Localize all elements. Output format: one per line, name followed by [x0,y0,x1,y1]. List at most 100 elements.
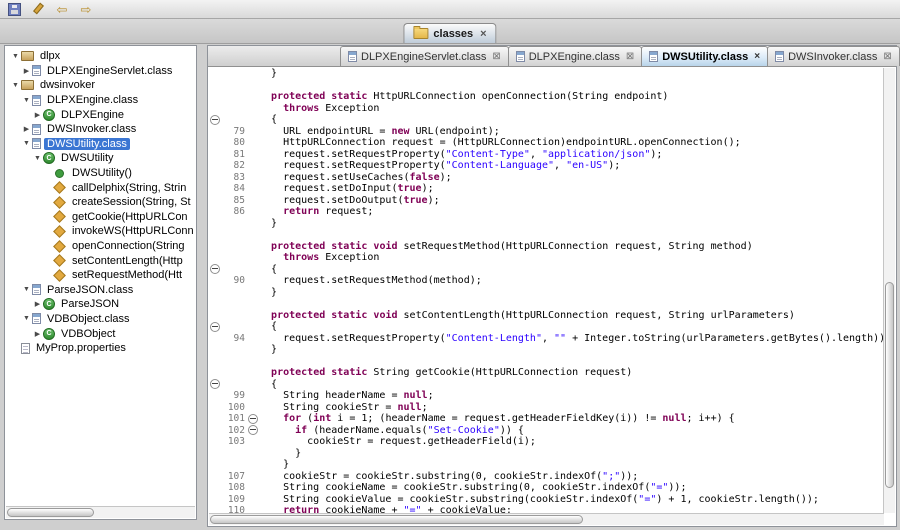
chevron-right-icon[interactable]: ▶ [32,330,43,338]
code-line: 85 request.setDoOutput(true); [208,195,884,207]
fold-column [247,494,259,506]
code-line: { [208,379,884,391]
tree-item[interactable]: openConnection(String [6,239,195,254]
pencil-icon[interactable] [31,2,45,16]
fold-column [247,103,259,115]
tree-item[interactable]: ▼ParseJSON.class [6,283,195,298]
editor-tab[interactable]: DLPXEngineServlet.class⊠ [340,46,509,66]
fold-collapse-icon[interactable] [210,322,220,332]
tree-item[interactable]: callDelphix(String, Strin [6,180,195,195]
code-line [208,298,884,310]
fold-collapse-icon[interactable] [210,115,220,125]
editor-horizontal-scrollbar[interactable] [209,513,884,525]
chevron-down-icon[interactable]: ▼ [32,155,43,162]
fold-column [247,183,259,195]
tree-item[interactable]: ▶ ParseJSON [6,297,195,312]
tree-item[interactable]: setContentLength(Http [6,253,195,268]
fold-column [247,310,259,322]
tab-label: DWSInvoker.class [788,51,877,63]
code-text: cookieStr = request.getHeaderField(i); [259,436,536,448]
back-arrow-icon[interactable] [55,2,69,16]
scrollbar-thumb[interactable] [210,515,583,524]
tree-item[interactable]: ▼VDBObject.class [6,312,195,327]
editor-tab[interactable]: DLPXEngine.class⊠ [508,46,643,66]
editor-tab-bar: DLPXEngineServlet.class⊠DLPXEngine.class… [208,46,896,67]
annotation-column [208,356,221,368]
line-number: 103 [221,436,247,448]
editor-vertical-scrollbar[interactable] [883,68,895,513]
line-number [221,252,247,264]
tree-item[interactable]: ▼DLPXEngine.class [6,93,195,108]
line-number: 109 [221,494,247,506]
chevron-down-icon[interactable]: ▼ [10,82,21,89]
chevron-down-icon[interactable]: ▼ [21,140,32,147]
code-line: 110 return cookieName + "=" + cookieValu… [208,505,884,513]
tree-item[interactable]: createSession(String, St [6,195,195,210]
fold-collapse-icon[interactable] [248,425,258,435]
fold-column [247,80,259,92]
tree-item[interactable]: ▶VDBObject [6,326,195,341]
code-text: } [259,448,301,460]
code-line: } [208,344,884,356]
tree-item[interactable]: setRequestMethod(Htt [6,268,195,283]
close-icon[interactable]: × [480,28,486,40]
code-line [208,356,884,368]
tree-item[interactable]: ▼DWSUtility [6,151,195,166]
code-text: } [259,68,277,80]
tree-item[interactable]: DWSUtility() [6,166,195,181]
fold-collapse-icon[interactable] [210,264,220,274]
folder-icon [413,28,428,39]
tab-label: DWSUtility.class [662,51,748,63]
tree-item[interactable]: getCookie(HttpURLCon [6,210,195,225]
forward-arrow-icon[interactable] [79,2,93,16]
tree-item[interactable]: MyProp.properties [6,341,195,356]
annotation-column [208,448,221,460]
tree-horizontal-scrollbar[interactable] [6,506,195,518]
code-line: 79 URL endpointURL = new URL(endpoint); [208,126,884,138]
editor-tab[interactable]: DWSInvoker.class ⊠ [767,46,900,66]
editor-tab[interactable]: DWSUtility.class × [641,46,768,66]
chevron-right-icon[interactable]: ▶ [32,111,43,119]
code-text: { [259,114,277,126]
annotation-column [208,298,221,310]
line-number [221,91,247,103]
chevron-right-icon[interactable]: ▶ [21,67,32,75]
tree-item[interactable]: ▶DLPXEngine [6,107,195,122]
tree-item[interactable]: ▶DWSInvoker.class [6,122,195,137]
tree-item[interactable]: ▼DWSUtility.class [6,137,195,152]
code-text: String cookieStr = null; [259,402,428,414]
annotation-column [208,367,221,379]
tree-item[interactable]: invokeWS(HttpURLConn [6,224,195,239]
close-icon[interactable]: × [754,51,760,62]
tree-item[interactable]: ▶DLPXEngineServlet.class [6,64,195,79]
code-line: 84 request.setDoInput(true); [208,183,884,195]
close-icon[interactable]: ⊠ [492,51,500,62]
fold-column [247,195,259,207]
close-icon[interactable]: ⊠ [626,51,634,62]
annotation-column [208,68,221,80]
code-line: 103 cookieStr = request.getHeaderField(i… [208,436,884,448]
chevron-down-icon[interactable]: ▼ [21,97,32,104]
fold-column [247,275,259,287]
tree-item[interactable]: ▼dlpx [6,49,195,64]
chevron-right-icon[interactable]: ▶ [21,125,32,133]
tree-item[interactable]: ▼dwsinvoker [6,78,195,93]
close-icon[interactable]: ⊠ [883,51,891,62]
scrollbar-thumb[interactable] [7,508,94,517]
fold-collapse-icon[interactable] [210,379,220,389]
chevron-down-icon[interactable]: ▼ [21,286,32,293]
class-icon [43,328,55,340]
code-area[interactable]: } protected static HttpURLConnection ope… [208,68,884,513]
save-icon[interactable] [8,3,21,16]
chevron-down-icon[interactable]: ▼ [21,315,32,322]
line-number: 80 [221,137,247,149]
tree-item-label: ParseJSON [58,298,122,310]
chevron-down-icon[interactable]: ▼ [10,53,21,60]
view-tab-classes[interactable]: classes × [403,23,496,43]
package-explorer-panel: ▼dlpx▶DLPXEngineServlet.class▼dwsinvoker… [4,45,197,520]
chevron-right-icon[interactable]: ▶ [32,300,43,308]
scrollbar-thumb[interactable] [885,282,894,489]
line-number: 102 [221,425,247,437]
fold-collapse-icon[interactable] [248,414,258,424]
fold-column [247,448,259,460]
